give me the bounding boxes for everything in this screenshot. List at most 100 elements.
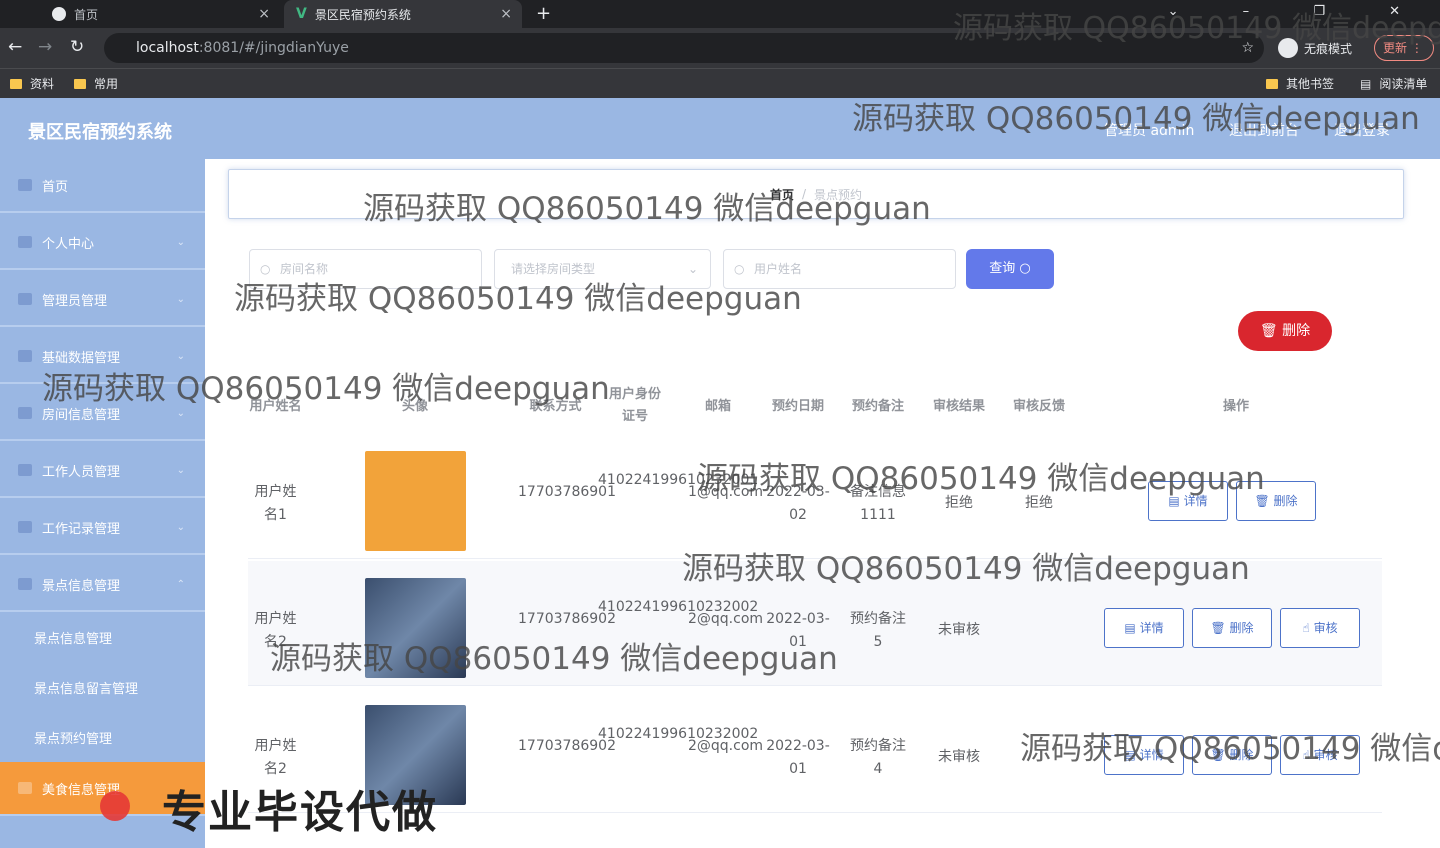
tab-title: 景区民宿预约系统 (314, 7, 411, 22)
user-name-input[interactable]: ○ 用户姓名 (723, 249, 956, 289)
user-icon (18, 236, 32, 248)
chevron-down-icon: ⌄ (176, 350, 185, 362)
column-header: 用户姓名 (249, 399, 302, 414)
sidebar-item-label: 个人中心 (42, 236, 95, 252)
delete-button[interactable]: 🗑 删除 (1192, 608, 1272, 648)
tab-system[interactable]: V 景区民宿预约系统 × (284, 0, 522, 28)
cell-feedback: 拒绝 (1025, 495, 1053, 511)
menu-icon (18, 407, 32, 419)
sidebar-item-staff[interactable]: 工作人员管理 ⌄ (0, 444, 205, 498)
reading-list[interactable]: ▤ 阅读清单 (1360, 75, 1427, 92)
bookmark-label: 常用 (94, 77, 119, 91)
button-label: 详情 (1183, 494, 1208, 508)
chevron-down-icon: ⌄ (176, 407, 185, 419)
logout-link[interactable]: 退出登录 (1334, 120, 1390, 140)
update-button[interactable]: 更新 ⋮ (1374, 35, 1434, 61)
cell-email: 2@qq.com (688, 611, 764, 627)
promo-overlay-text: 专业毕设代做 (162, 787, 438, 838)
bookmark-label: 阅读清单 (1379, 77, 1428, 91)
breadcrumb-separator: / (801, 187, 807, 201)
cell-idcard: 410224199610232001 (598, 472, 759, 488)
sidebar-item-scenic[interactable]: 景点信息管理 ⌃ (0, 558, 205, 612)
url-input[interactable]: localhost:8081/#/jingdianYuye ☆ (104, 33, 1264, 63)
incognito-label: 无痕模式 (1304, 41, 1353, 56)
menu-icon (18, 293, 32, 305)
close-tab-icon[interactable]: × (500, 6, 512, 22)
room-type-select[interactable]: 请选择房间类型 ⌄ (494, 249, 711, 289)
folder-icon (74, 78, 86, 89)
table-row: 用户姓名1 17703786901 410224199610232001 1@q… (248, 434, 1382, 559)
cell-date: 2022-03-01 (766, 611, 830, 650)
chevron-down-icon: ⌄ (176, 236, 185, 248)
document-icon: ▤ (1124, 748, 1136, 762)
breadcrumb: 首页 / 景点预约 (228, 169, 1404, 219)
sidebar-item-worklog[interactable]: 工作记录管理 ⌄ (0, 501, 205, 555)
back-icon[interactable]: ← (8, 37, 22, 57)
review-button[interactable]: ☝ 审核 (1280, 735, 1360, 775)
sidebar-item-home[interactable]: 首页 (0, 159, 205, 213)
sidebar-item-basedata[interactable]: 基础数据管理 ⌄ (0, 330, 205, 384)
sidebar-item-label: 工作人员管理 (42, 464, 121, 480)
batch-delete-button[interactable]: 🗑 删除 (1238, 311, 1332, 351)
column-header: 操作 (1222, 399, 1249, 414)
sidebar-subitem-scenic-info[interactable]: 景点信息管理 (0, 612, 205, 662)
menu-icon (18, 521, 32, 533)
cell-note: 预约备注5 (850, 611, 906, 650)
room-name-input[interactable]: ○ 房间名称 (249, 249, 482, 289)
reload-icon[interactable]: ↻ (70, 37, 84, 57)
trash-icon: 🗑 (1254, 494, 1270, 508)
close-tab-icon[interactable]: × (258, 6, 270, 22)
sidebar-item-rooms[interactable]: 房间信息管理 ⌄ (0, 387, 205, 441)
sidebar: 首页 个人中心 ⌄ 管理员管理 ⌄ 基础数据管理 ⌄ 房间信息管理 ⌄ 工作人员管理 ⌄ … (0, 159, 205, 848)
input-placeholder: 用户姓名 (754, 262, 803, 276)
tab-home[interactable]: 首页 × (40, 0, 280, 28)
breadcrumb-home[interactable]: 首页 (770, 186, 794, 203)
chevron-down-icon: ⌄ (687, 262, 698, 276)
breadcrumb-current: 景点预约 (814, 187, 863, 202)
folder-icon (1266, 78, 1278, 89)
cell-name: 用户姓名2 (254, 738, 297, 777)
query-button[interactable]: 查询 ○ (966, 249, 1054, 289)
detail-button[interactable]: ▤ 详情 (1104, 735, 1184, 775)
sidebar-subitem-scenic-booking[interactable]: 景点预约管理 (0, 712, 205, 762)
menu-icon (18, 782, 32, 794)
star-icon[interactable]: ☆ (1241, 33, 1254, 63)
cell-note: 备注信息1111 (850, 484, 906, 523)
delete-button[interactable]: 🗑 删除 (1236, 481, 1316, 521)
sidebar-item-admin[interactable]: 管理员管理 ⌄ (0, 273, 205, 327)
incognito-icon (1278, 38, 1298, 58)
bookmark-folder[interactable]: 其他书签 (1266, 75, 1334, 92)
forward-icon[interactable]: → (38, 37, 52, 57)
url-path: :8081/#/jingdianYuye (198, 40, 349, 56)
chevron-down-icon: ⌄ (176, 293, 185, 305)
bookmark-folder[interactable]: 资料 (10, 75, 54, 92)
document-icon: ▤ (1168, 494, 1180, 508)
incognito-indicator[interactable]: 无痕模式 (1278, 34, 1352, 62)
button-label: 删除 (1229, 621, 1254, 635)
table-row: 用户姓名2 17703786902 410224199610232002 2@q… (248, 561, 1382, 686)
button-label: 详情 (1139, 748, 1164, 762)
window-controls[interactable]: ⌄ – ❐ ✕ (1168, 4, 1430, 19)
hand-icon: ☝ (1302, 748, 1310, 762)
trash-icon: 🗑 (1210, 621, 1226, 635)
avatar (365, 451, 466, 551)
cell-name: 用户姓名2 (254, 611, 297, 650)
new-tab-button[interactable]: + (536, 3, 551, 24)
document-icon: ▤ (1124, 621, 1136, 635)
button-label: 审核 (1313, 748, 1338, 762)
cell-name: 用户姓名1 (254, 484, 297, 523)
sidebar-item-profile[interactable]: 个人中心 ⌄ (0, 216, 205, 270)
browser-tab-strip: 首页 × V 景区民宿预约系统 × + ⌄ – ❐ ✕ (0, 0, 1440, 28)
review-button[interactable]: ☝ 审核 (1280, 608, 1360, 648)
sidebar-item-label: 房间信息管理 (42, 407, 121, 423)
detail-button[interactable]: ▤ 详情 (1104, 608, 1184, 648)
bookmark-folder[interactable]: 常用 (74, 75, 118, 92)
cell-phone: 17703786902 (518, 738, 616, 754)
delete-button[interactable]: 🗑 删除 (1192, 735, 1272, 775)
sidebar-item-label: 首页 (42, 179, 69, 195)
front-link[interactable]: 退出到前台 (1229, 120, 1299, 140)
sidebar-subitem-scenic-comments[interactable]: 景点信息留言管理 (0, 662, 205, 712)
cell-result: 拒绝 (945, 495, 973, 511)
detail-button[interactable]: ▤ 详情 (1148, 481, 1228, 521)
reading-list-icon: ▤ (1360, 76, 1372, 91)
